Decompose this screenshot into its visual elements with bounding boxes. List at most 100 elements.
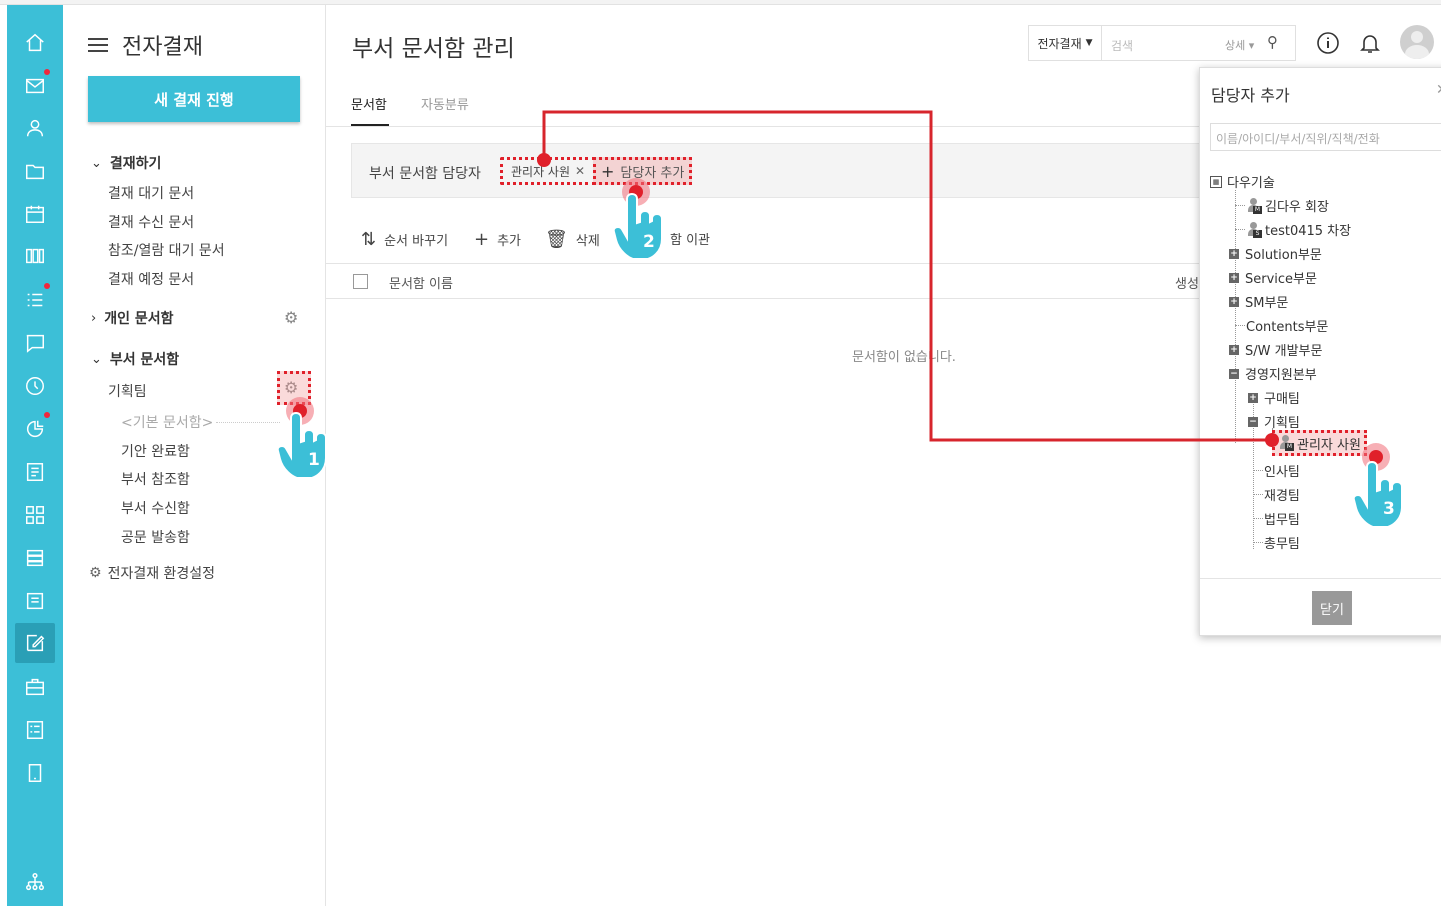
section-personal[interactable]: › 개인 문서함 <box>91 308 173 328</box>
manager-box: 부서 문서함 담당자 관리자 사원 ✕ + 담당자 추가 <box>351 143 1211 198</box>
tree-branch <box>1253 470 1263 471</box>
transfer-button[interactable]: 함 이관 <box>670 229 710 248</box>
tree-branch <box>1235 325 1245 326</box>
menu-item-waiting[interactable]: 결재 대기 문서 <box>108 183 194 203</box>
org-chart-icon[interactable] <box>15 862 55 902</box>
remove-icon[interactable]: ✕ <box>575 164 585 178</box>
contacts-icon[interactable] <box>15 108 55 148</box>
mail-notification-dot <box>44 69 50 75</box>
avatar[interactable] <box>1400 25 1434 59</box>
tree-user-selected[interactable]: M 관리자 사원 <box>1272 430 1367 456</box>
board-icon[interactable] <box>15 236 55 276</box>
chevron-right-icon: › <box>91 310 97 326</box>
tree-dept[interactable]: + S/W 개발부문 <box>1229 340 1322 359</box>
home-icon[interactable] <box>15 23 55 63</box>
menu-icon[interactable] <box>88 38 108 52</box>
approval-icon[interactable] <box>15 623 55 663</box>
tree-team[interactable]: 총무팀 <box>1264 533 1300 552</box>
plus-icon: + <box>601 161 615 181</box>
section-approval[interactable]: ⌄ 결재하기 <box>91 153 161 173</box>
folder-item-dept-ref[interactable]: 부서 참조함 <box>121 469 190 489</box>
gear-icon[interactable]: ⚙ <box>284 308 298 327</box>
folder-item-dept-received[interactable]: 부서 수신함 <box>121 498 190 518</box>
connector-dot <box>1265 433 1279 447</box>
tree-branch <box>1253 494 1263 495</box>
section-department[interactable]: ⌄ 부서 문서함 <box>91 349 179 369</box>
tree-dept-label: Solution부문 <box>1245 248 1322 263</box>
default-folder-item[interactable]: <기본 문서함> <box>121 412 213 432</box>
tree-root-label: 다우기술 <box>1227 176 1275 191</box>
collapse-icon: − <box>1248 416 1258 427</box>
apps-grid-icon[interactable] <box>15 495 55 535</box>
column-created: 생성 <box>1175 277 1199 292</box>
menu-item-reference[interactable]: 참조/열람 대기 문서 <box>108 240 225 260</box>
server-icon[interactable] <box>15 538 55 578</box>
clock-icon[interactable] <box>15 366 55 406</box>
app-launcher-bar <box>7 5 63 906</box>
expand-icon: + <box>1229 296 1239 307</box>
tab-folders[interactable]: 문서함 <box>351 94 387 113</box>
folder-item-draft-done[interactable]: 기안 완료함 <box>121 441 190 461</box>
tree-team-label: 재경팀 <box>1264 489 1300 504</box>
search-scope-select[interactable]: 전자결재 ▼ <box>1029 26 1102 60</box>
chat-icon[interactable] <box>15 323 55 363</box>
sidebar-title-text: 전자결재 <box>122 35 203 60</box>
info-icon[interactable] <box>1316 31 1340 55</box>
tree-user[interactable]: Stest0415 차장 <box>1246 220 1351 239</box>
tree-user[interactable]: M 김다우 회장 <box>1246 196 1329 215</box>
tree-dept[interactable]: + Service부문 <box>1229 268 1317 287</box>
step-number: 3 <box>1383 499 1395 519</box>
tree-team-label: 구매팀 <box>1264 392 1300 407</box>
settings-gear-icon: ⚙ <box>89 565 102 581</box>
folder-icon[interactable] <box>15 151 55 191</box>
building-icon: ▦ <box>1210 175 1222 188</box>
dotted-connector <box>216 422 280 423</box>
close-button[interactable]: 닫기 <box>1312 591 1352 625</box>
team-item[interactable]: 기획팀 <box>108 381 147 401</box>
select-all-checkbox[interactable] <box>353 274 368 289</box>
tree-team[interactable]: + 구매팀 <box>1248 388 1300 407</box>
chevron-down-icon: ⌄ <box>91 351 102 367</box>
tree-dept[interactable]: − 경영지원본부 <box>1229 364 1317 383</box>
tree-team[interactable]: 재경팀 <box>1264 485 1300 504</box>
close-icon[interactable]: ✕ <box>1436 82 1441 98</box>
collapse-icon: − <box>1229 368 1239 379</box>
tree-team-label: 기획팀 <box>1264 416 1300 431</box>
report-notification-dot <box>44 412 50 418</box>
search-input[interactable]: 검색 <box>1111 37 1133 54</box>
tree-dept-label: Service부문 <box>1245 272 1317 287</box>
delete-button[interactable]: 🗑 삭제 <box>545 229 600 250</box>
settings-link[interactable]: ⚙ 전자결재 환경설정 <box>89 563 215 583</box>
add-manager-popup: 담당자 추가 ✕ 이름/아이디/부서/직위/직책/전화 ▦다우기술 M김다우 회… <box>1199 67 1441 636</box>
bell-icon[interactable] <box>1358 31 1382 55</box>
folder-item-official-sent[interactable]: 공문 발송함 <box>121 527 190 547</box>
tree-team[interactable]: − 기획팀 <box>1248 412 1300 431</box>
tab-divider <box>326 126 1206 127</box>
popup-search-input[interactable]: 이름/아이디/부서/직위/직책/전화 <box>1210 123 1441 151</box>
trash-icon: 🗑 <box>545 229 568 250</box>
tree-root[interactable]: ▦ 다우기술 <box>1210 172 1275 191</box>
transfer-label: 함 이관 <box>670 233 711 248</box>
tree-dept[interactable]: + SM부문 <box>1229 292 1288 311</box>
tree-dept[interactable]: Contents부문 <box>1246 316 1328 335</box>
note-icon[interactable] <box>15 452 55 492</box>
mobile-icon[interactable] <box>15 753 55 793</box>
new-approval-button[interactable]: 새 결재 진행 <box>88 76 300 122</box>
tree-team[interactable]: 인사팀 <box>1264 461 1300 480</box>
add-manager-label: 담당자 추가 <box>620 165 685 181</box>
tree-dept[interactable]: + Solution부문 <box>1229 244 1322 263</box>
column-name: 문서함 이름 <box>389 277 453 292</box>
reorder-button[interactable]: ⇅ 순서 바꾸기 <box>361 229 448 250</box>
calendar-icon[interactable] <box>15 194 55 234</box>
survey-icon[interactable] <box>15 710 55 750</box>
tree-team[interactable]: 법무팀 <box>1264 509 1300 528</box>
add-button[interactable]: + 추가 <box>474 229 521 250</box>
menu-item-scheduled[interactable]: 결재 예정 문서 <box>108 269 194 289</box>
search-detail-toggle[interactable]: 상세 ▾ <box>1225 37 1254 53</box>
tab-auto-classify[interactable]: 자동분류 <box>421 94 469 113</box>
document-icon[interactable] <box>15 581 55 621</box>
briefcase-icon[interactable] <box>15 667 55 707</box>
menu-item-received[interactable]: 결재 수신 문서 <box>108 212 194 232</box>
search-icon[interactable]: ⚲ <box>1267 33 1278 51</box>
tree-branch <box>1253 518 1263 519</box>
